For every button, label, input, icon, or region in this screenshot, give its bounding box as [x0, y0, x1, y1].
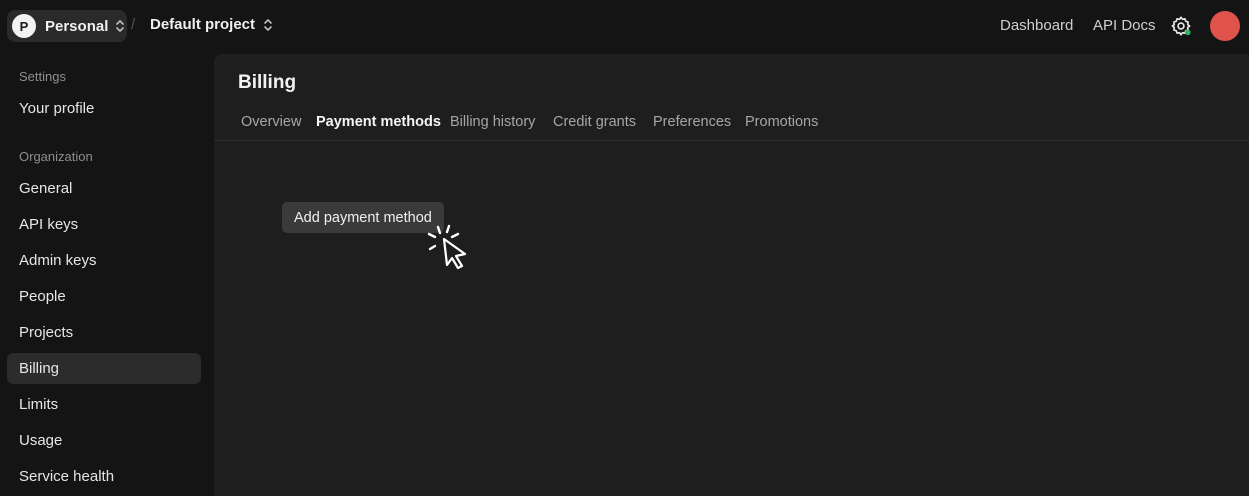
- chevron-up-down-icon: [264, 18, 272, 31]
- breadcrumb-separator: /: [131, 16, 136, 33]
- sidebar-item-your-profile[interactable]: Your profile: [7, 93, 201, 124]
- page-title: Billing: [238, 72, 297, 93]
- tab-preferences[interactable]: Preferences: [653, 114, 731, 130]
- user-avatar[interactable]: [1210, 11, 1240, 41]
- sidebar-item-usage[interactable]: Usage: [7, 425, 201, 456]
- top-bar: P Personal / Default project Dashboard A…: [0, 0, 1249, 52]
- sidebar-item-people[interactable]: People: [7, 281, 201, 312]
- main-panel: Billing Overview Payment methods Billing…: [214, 54, 1249, 496]
- billing-tabs: Overview Payment methods Billing history…: [214, 112, 1249, 141]
- sidebar-item-api-keys[interactable]: API keys: [7, 209, 201, 240]
- add-payment-method-tooltip: Add payment method: [282, 202, 444, 233]
- tab-overview[interactable]: Overview: [241, 114, 301, 130]
- api-docs-link[interactable]: API Docs: [1093, 17, 1156, 34]
- chevron-up-down-icon: [116, 20, 125, 32]
- org-name: Personal: [45, 17, 109, 35]
- click-cursor-icon: [427, 224, 467, 270]
- org-avatar: P: [12, 14, 36, 38]
- tab-promotions[interactable]: Promotions: [745, 114, 818, 130]
- sidebar-item-billing[interactable]: Billing: [7, 353, 201, 384]
- org-switcher[interactable]: P Personal: [7, 10, 127, 42]
- dashboard-link[interactable]: Dashboard: [1000, 17, 1073, 34]
- tab-billing-history[interactable]: Billing history: [450, 114, 535, 130]
- sidebar-section-organization: Organization: [19, 149, 93, 164]
- sidebar-item-limits[interactable]: Limits: [7, 389, 201, 420]
- tab-payment-methods[interactable]: Payment methods: [316, 114, 441, 130]
- sidebar: Settings Your profile Organization Gener…: [0, 52, 214, 496]
- sidebar-section-settings: Settings: [19, 69, 66, 84]
- sidebar-item-projects[interactable]: Projects: [7, 317, 201, 348]
- sidebar-item-service-health[interactable]: Service health: [7, 461, 201, 492]
- project-switcher[interactable]: Default project: [150, 16, 273, 33]
- tab-credit-grants[interactable]: Credit grants: [553, 114, 636, 130]
- sidebar-item-general[interactable]: General: [7, 173, 201, 204]
- gear-icon[interactable]: [1170, 15, 1192, 37]
- project-name: Default project: [150, 16, 256, 33]
- sidebar-item-admin-keys[interactable]: Admin keys: [7, 245, 201, 276]
